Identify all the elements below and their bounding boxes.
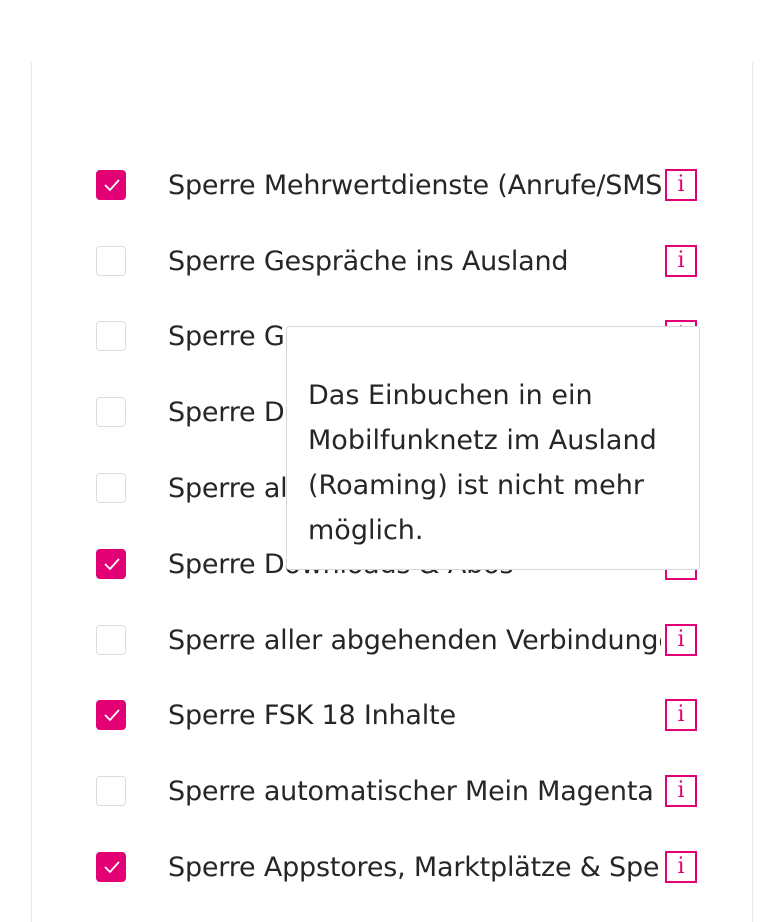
- info-icon[interactable]: i: [665, 245, 697, 277]
- info-glyph: i: [677, 702, 685, 727]
- info-glyph: i: [677, 627, 685, 652]
- checkbox-alle-ankommenden[interactable]: [96, 473, 126, 503]
- checkbox-mehrwertdienste[interactable]: [96, 170, 126, 200]
- info-icon[interactable]: i: [665, 775, 697, 807]
- option-label-auslandsgespraeche: Sperre Gespräche ins Ausland: [168, 246, 569, 277]
- info-tooltip: Das Einbuchen in ein Mobilfunknetz im Au…: [286, 326, 700, 570]
- info-icon[interactable]: i: [665, 624, 697, 656]
- option-row-appstores: Sperre Appstores, Marktplätze & Spenden i: [0, 849, 784, 889]
- option-row-abgehende-verbindungen: Sperre aller abgehenden Verbindungen i: [0, 622, 784, 662]
- checkbox-auslandsgespraeche[interactable]: [96, 246, 126, 276]
- checkmark-icon: [104, 709, 120, 721]
- checkbox-appstores[interactable]: [96, 852, 126, 882]
- checkmark-icon: [104, 861, 120, 873]
- checkbox-downloads-abos[interactable]: [96, 549, 126, 579]
- option-label-mehrwertdienste: Sperre Mehrwertdienste (Anrufe/SMS): [168, 170, 661, 201]
- checkmark-icon: [104, 558, 120, 570]
- checkbox-fsk18[interactable]: [96, 700, 126, 730]
- checkbox-abgehende-verbindungen[interactable]: [96, 625, 126, 655]
- option-row-mehrwertdienste: Sperre Mehrwertdienste (Anrufe/SMS) i: [0, 167, 784, 207]
- option-label-appstores: Sperre Appstores, Marktplätze & Spenden: [168, 852, 661, 883]
- info-glyph: i: [677, 854, 685, 879]
- checkbox-daten[interactable]: [96, 397, 126, 427]
- checkbox-roaming[interactable]: [96, 321, 126, 351]
- tooltip-text: Das Einbuchen in ein Mobilfunknetz im Au…: [308, 380, 657, 546]
- option-label-mein-magenta-login: Sperre automatischer Mein Magenta Login: [168, 776, 661, 807]
- checkbox-mein-magenta-login[interactable]: [96, 776, 126, 806]
- option-row-fsk18: Sperre FSK 18 Inhalte i: [0, 697, 784, 737]
- checkmark-icon: [104, 179, 120, 191]
- info-icon[interactable]: i: [665, 851, 697, 883]
- option-row-mein-magenta-login: Sperre automatischer Mein Magenta Login i: [0, 773, 784, 813]
- option-label-abgehende-verbindungen: Sperre aller abgehenden Verbindungen: [168, 625, 661, 656]
- info-glyph: i: [677, 778, 685, 803]
- info-icon[interactable]: i: [665, 169, 697, 201]
- option-label-fsk18: Sperre FSK 18 Inhalte: [168, 700, 456, 731]
- info-glyph: i: [677, 248, 685, 273]
- info-glyph: i: [677, 172, 685, 197]
- option-row-auslandsgespraeche: Sperre Gespräche ins Ausland i: [0, 243, 784, 283]
- info-icon[interactable]: i: [665, 699, 697, 731]
